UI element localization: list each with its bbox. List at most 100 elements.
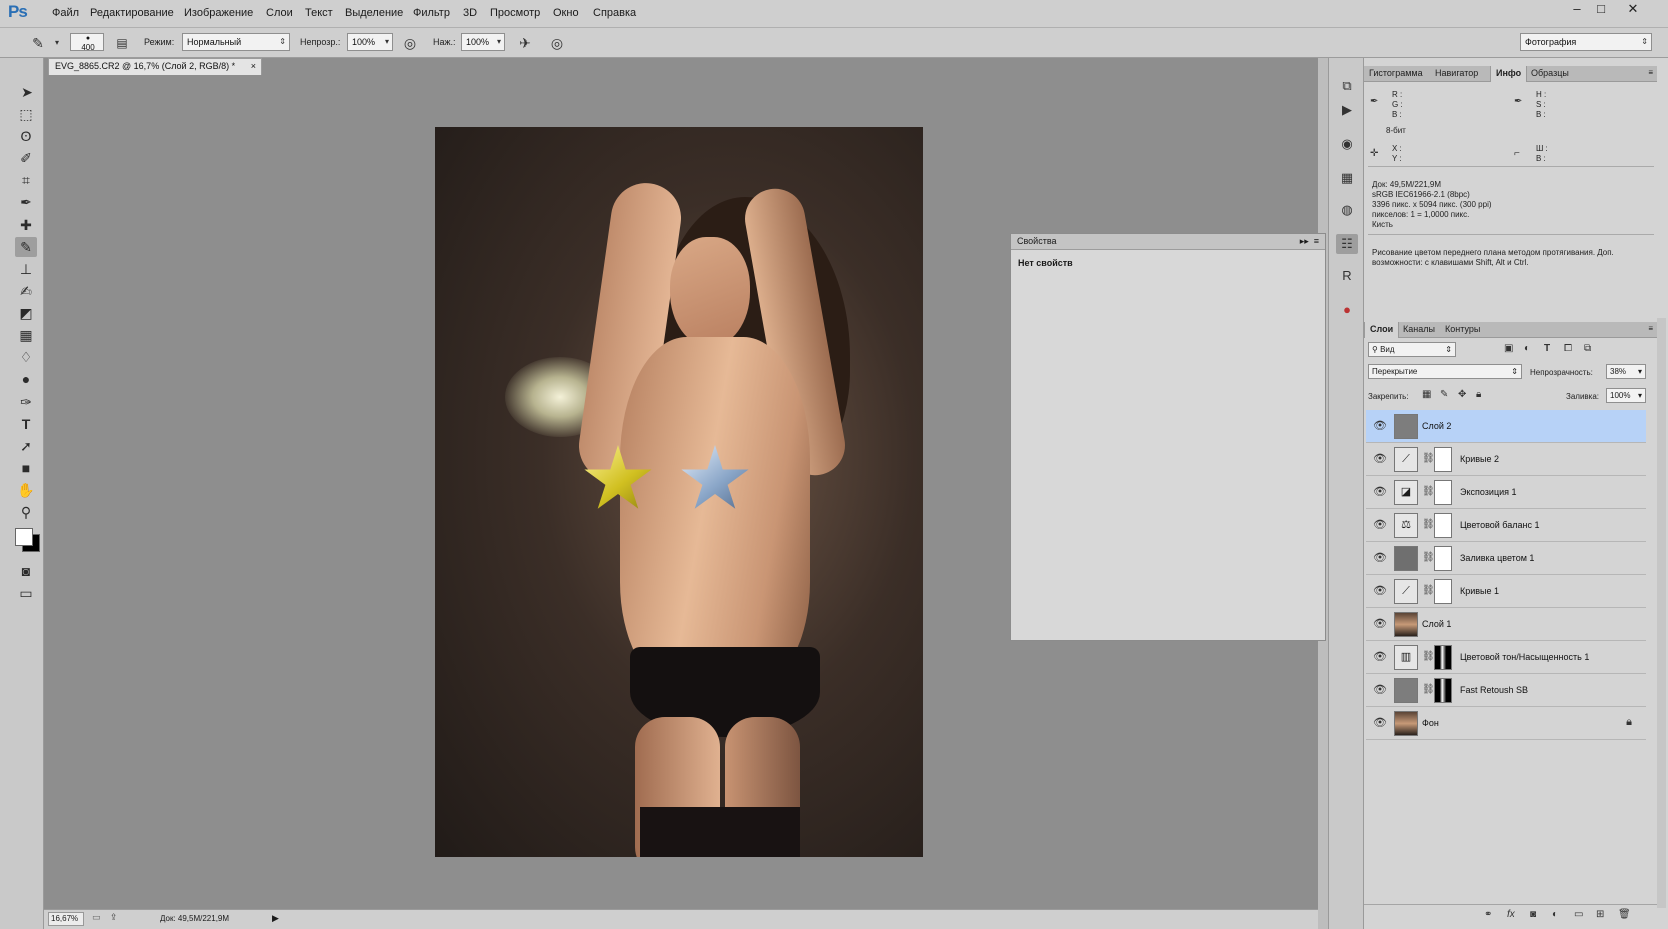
- layer-row[interactable]: 👁︎ ◪ ⛓︎ Экспозиция 1: [1366, 476, 1646, 509]
- eye-icon[interactable]: 👁︎: [1372, 485, 1388, 499]
- brush-size-picker[interactable]: ● 400: [70, 33, 104, 52]
- layer-mask-thumbnail[interactable]: [1434, 447, 1452, 472]
- panel-menu-icon[interactable]: ≡: [1648, 68, 1653, 77]
- lock-transparency-icon[interactable]: ▦: [1422, 389, 1431, 400]
- filter-shape-icon[interactable]: ⧠: [1564, 343, 1572, 354]
- menu-image[interactable]: Изображение: [184, 7, 253, 19]
- chain-link-icon[interactable]: ⛓︎: [1422, 684, 1435, 695]
- eye-icon[interactable]: 👁︎: [1372, 452, 1388, 466]
- foreground-color-swatch[interactable]: [15, 528, 33, 546]
- tab-histogram[interactable]: Гистограмма: [1364, 66, 1428, 82]
- type-tool-icon[interactable]: T: [15, 414, 37, 434]
- filter-smart-object-icon[interactable]: ⧉: [1584, 343, 1591, 354]
- layer-mask-thumbnail[interactable]: [1434, 579, 1452, 604]
- document-tab[interactable]: EVG_8865.CR2 @ 16,7% (Слой 2, RGB/8) * ×: [48, 58, 262, 75]
- path-select-tool-icon[interactable]: ➚: [15, 436, 37, 456]
- tab-layers[interactable]: Слои: [1364, 322, 1400, 338]
- image-canvas[interactable]: [435, 127, 923, 857]
- 3d-panel-icon[interactable]: ◉: [1336, 134, 1358, 154]
- chain-link-icon[interactable]: ⛓︎: [1422, 651, 1435, 662]
- share-icon[interactable]: ⇪: [110, 912, 118, 923]
- lock-position-icon[interactable]: ✥: [1458, 389, 1466, 400]
- opacity-field[interactable]: 100% ▾: [347, 33, 393, 51]
- pressure-field[interactable]: 100% ▾: [461, 33, 505, 51]
- mode-select[interactable]: Нормальный ⇕: [182, 33, 290, 51]
- status-menu-arrow-icon[interactable]: ▶: [272, 913, 279, 924]
- zoom-tool-icon[interactable]: ⚲: [15, 502, 37, 522]
- marquee-tool-icon[interactable]: ⬚: [15, 104, 37, 124]
- eye-icon[interactable]: 👁︎: [1372, 650, 1388, 664]
- link-layers-icon[interactable]: ⚭: [1484, 909, 1492, 920]
- layer-row[interactable]: 👁︎ ⚖ ⛓︎ Цветовой баланс 1: [1366, 509, 1646, 542]
- layers-scrollbar[interactable]: [1657, 318, 1666, 908]
- blur-tool-icon[interactable]: ♢: [15, 347, 37, 367]
- new-group-icon[interactable]: ▭: [1574, 909, 1583, 920]
- clone-source-icon[interactable]: ◍: [1336, 200, 1358, 220]
- layer-row[interactable]: 👁︎ ⟋ ⛓︎ Кривые 1: [1366, 575, 1646, 608]
- dodge-tool-icon[interactable]: ●: [15, 369, 37, 389]
- eye-icon[interactable]: 👁︎: [1372, 419, 1388, 433]
- layer-opacity-field[interactable]: 38% ▾: [1606, 364, 1646, 379]
- menu-filter[interactable]: Фильтр: [413, 7, 450, 19]
- menu-layers[interactable]: Слои: [266, 7, 293, 19]
- chain-link-icon[interactable]: ⛓︎: [1422, 519, 1435, 530]
- lock-pixels-icon[interactable]: ✎: [1440, 389, 1448, 400]
- healing-brush-tool-icon[interactable]: ✚: [15, 215, 37, 235]
- menu-type[interactable]: Текст: [305, 7, 333, 19]
- brush-presets-icon[interactable]: ▦: [1336, 168, 1358, 188]
- maximize-button[interactable]: □: [1588, 0, 1614, 18]
- crop-tool-icon[interactable]: ⌗: [15, 170, 37, 190]
- lasso-tool-icon[interactable]: ʘ: [15, 126, 37, 146]
- plugin-panel-icon[interactable]: ●: [1336, 300, 1358, 320]
- layer-mask-thumbnail[interactable]: [1434, 546, 1452, 571]
- eraser-tool-icon[interactable]: ◩: [15, 303, 37, 323]
- blend-mode-select[interactable]: Перекрытие ⇕: [1368, 364, 1522, 379]
- eyedropper-tool-icon[interactable]: ✒: [15, 192, 37, 212]
- chevron-down-icon[interactable]: ▾: [47, 33, 67, 53]
- chain-link-icon[interactable]: ⛓︎: [1422, 486, 1435, 497]
- new-adjustment-icon[interactable]: ◐: [1552, 909, 1558, 920]
- close-tab-icon[interactable]: ×: [251, 59, 256, 74]
- layer-row[interactable]: 👁︎ ▥ ⛓︎ Цветовой тон/Насыщенность 1: [1366, 641, 1646, 674]
- menu-select[interactable]: Выделение: [345, 7, 403, 19]
- menu-file[interactable]: Файл: [52, 7, 79, 19]
- minimize-button[interactable]: –: [1564, 0, 1590, 18]
- filter-pixel-icon[interactable]: ▣: [1504, 343, 1513, 354]
- add-mask-icon[interactable]: ◙: [1530, 909, 1536, 920]
- layer-mask-thumbnail[interactable]: [1434, 645, 1452, 670]
- zoom-field[interactable]: 16,67%: [48, 912, 84, 926]
- layer-style-icon[interactable]: fx: [1507, 909, 1515, 920]
- layer-mask-thumbnail[interactable]: [1434, 678, 1452, 703]
- fill-field[interactable]: 100% ▾: [1606, 388, 1646, 403]
- eye-icon[interactable]: 👁︎: [1372, 617, 1388, 631]
- hand-tool-icon[interactable]: ✋: [15, 480, 37, 500]
- panel-menu-icon[interactable]: ≡: [1648, 324, 1653, 333]
- clone-stamp-tool-icon[interactable]: ⊥: [15, 259, 37, 279]
- menu-view[interactable]: Просмотр: [490, 7, 540, 19]
- chain-link-icon[interactable]: ⛓︎: [1422, 453, 1435, 464]
- tab-channels[interactable]: Каналы: [1398, 322, 1440, 338]
- layer-filter-select[interactable]: ⚲ Вид ⇕: [1368, 342, 1456, 357]
- pen-tool-icon[interactable]: ✑: [15, 392, 37, 412]
- brush-tool-icon[interactable]: ✎: [28, 33, 48, 53]
- menu-help[interactable]: Справка: [593, 7, 636, 19]
- new-layer-icon[interactable]: ⊞: [1596, 909, 1604, 920]
- chain-link-icon[interactable]: ⛓︎: [1422, 552, 1435, 563]
- properties-panel-icon[interactable]: ☷: [1336, 234, 1358, 254]
- delete-layer-icon[interactable]: 🗑︎: [1618, 909, 1631, 920]
- tab-swatches[interactable]: Образцы: [1526, 66, 1574, 82]
- tab-navigator[interactable]: Навигатор: [1430, 66, 1483, 82]
- eye-icon[interactable]: 👁︎: [1372, 584, 1388, 598]
- filter-type-icon[interactable]: T: [1544, 343, 1550, 354]
- pressure-size-icon[interactable]: ◎: [547, 33, 567, 53]
- layer-mask-thumbnail[interactable]: [1434, 480, 1452, 505]
- workspace-select[interactable]: Фотография ⇕: [1520, 33, 1652, 51]
- menu-edit[interactable]: Редактирование: [90, 7, 174, 19]
- history-brush-tool-icon[interactable]: ✍: [15, 281, 37, 301]
- tab-paths[interactable]: Контуры: [1440, 322, 1485, 338]
- gradient-tool-icon[interactable]: ▦: [15, 325, 37, 345]
- character-styles-icon[interactable]: R: [1336, 266, 1358, 286]
- layer-row[interactable]: 👁︎ Фон 🔒︎: [1366, 707, 1646, 740]
- brush-panel-icon[interactable]: ▤: [112, 33, 132, 53]
- menu-3d[interactable]: 3D: [463, 7, 477, 19]
